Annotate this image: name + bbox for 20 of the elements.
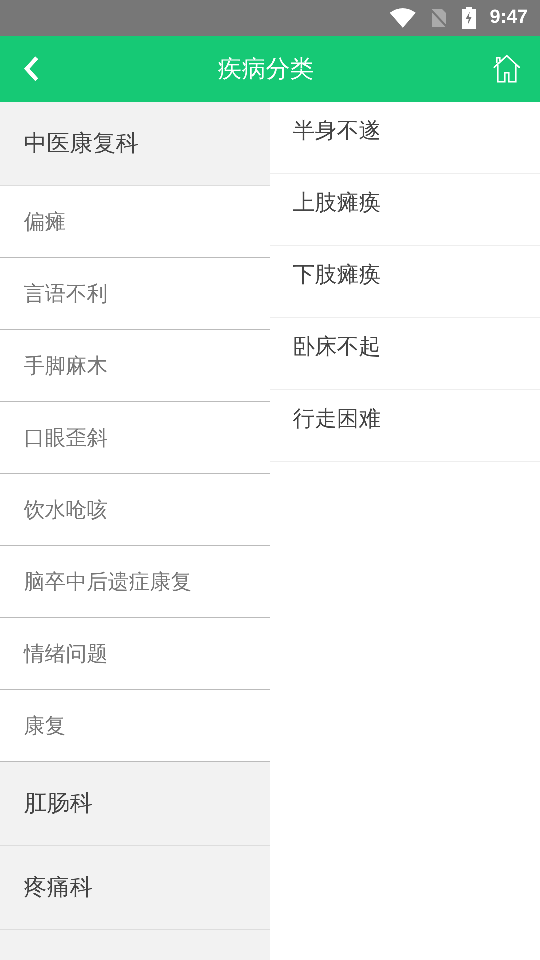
subcategory-item[interactable]: 口眼歪斜 xyxy=(0,402,270,474)
subcategory-item[interactable]: 脑卒中后遗症康复 xyxy=(0,546,270,618)
subcategory-item[interactable]: 手脚麻木 xyxy=(0,330,270,402)
disease-item[interactable]: 上肢瘫痪 xyxy=(270,174,540,246)
disease-item[interactable]: 行走困难 xyxy=(270,390,540,462)
subcategory-item[interactable]: 言语不利 xyxy=(0,258,270,330)
back-button[interactable] xyxy=(24,56,40,82)
disease-item[interactable]: 半身不遂 xyxy=(270,102,540,174)
page-title: 疾病分类 xyxy=(218,54,314,85)
subcategory-item[interactable]: 偏瘫 xyxy=(0,186,270,258)
battery-icon xyxy=(462,7,476,29)
disease-item[interactable]: 卧床不起 xyxy=(270,318,540,390)
no-sim-icon xyxy=(430,8,448,28)
clock-time: 9:47 xyxy=(490,7,528,29)
wifi-icon xyxy=(390,8,416,28)
home-button[interactable] xyxy=(492,54,522,84)
subcategory-item[interactable]: 饮水呛咳 xyxy=(0,474,270,546)
subcategory-item[interactable]: 情绪问题 xyxy=(0,618,270,690)
disease-item[interactable]: 下肢瘫痪 xyxy=(270,246,540,318)
subcategory-item[interactable]: 康复 xyxy=(0,690,270,762)
